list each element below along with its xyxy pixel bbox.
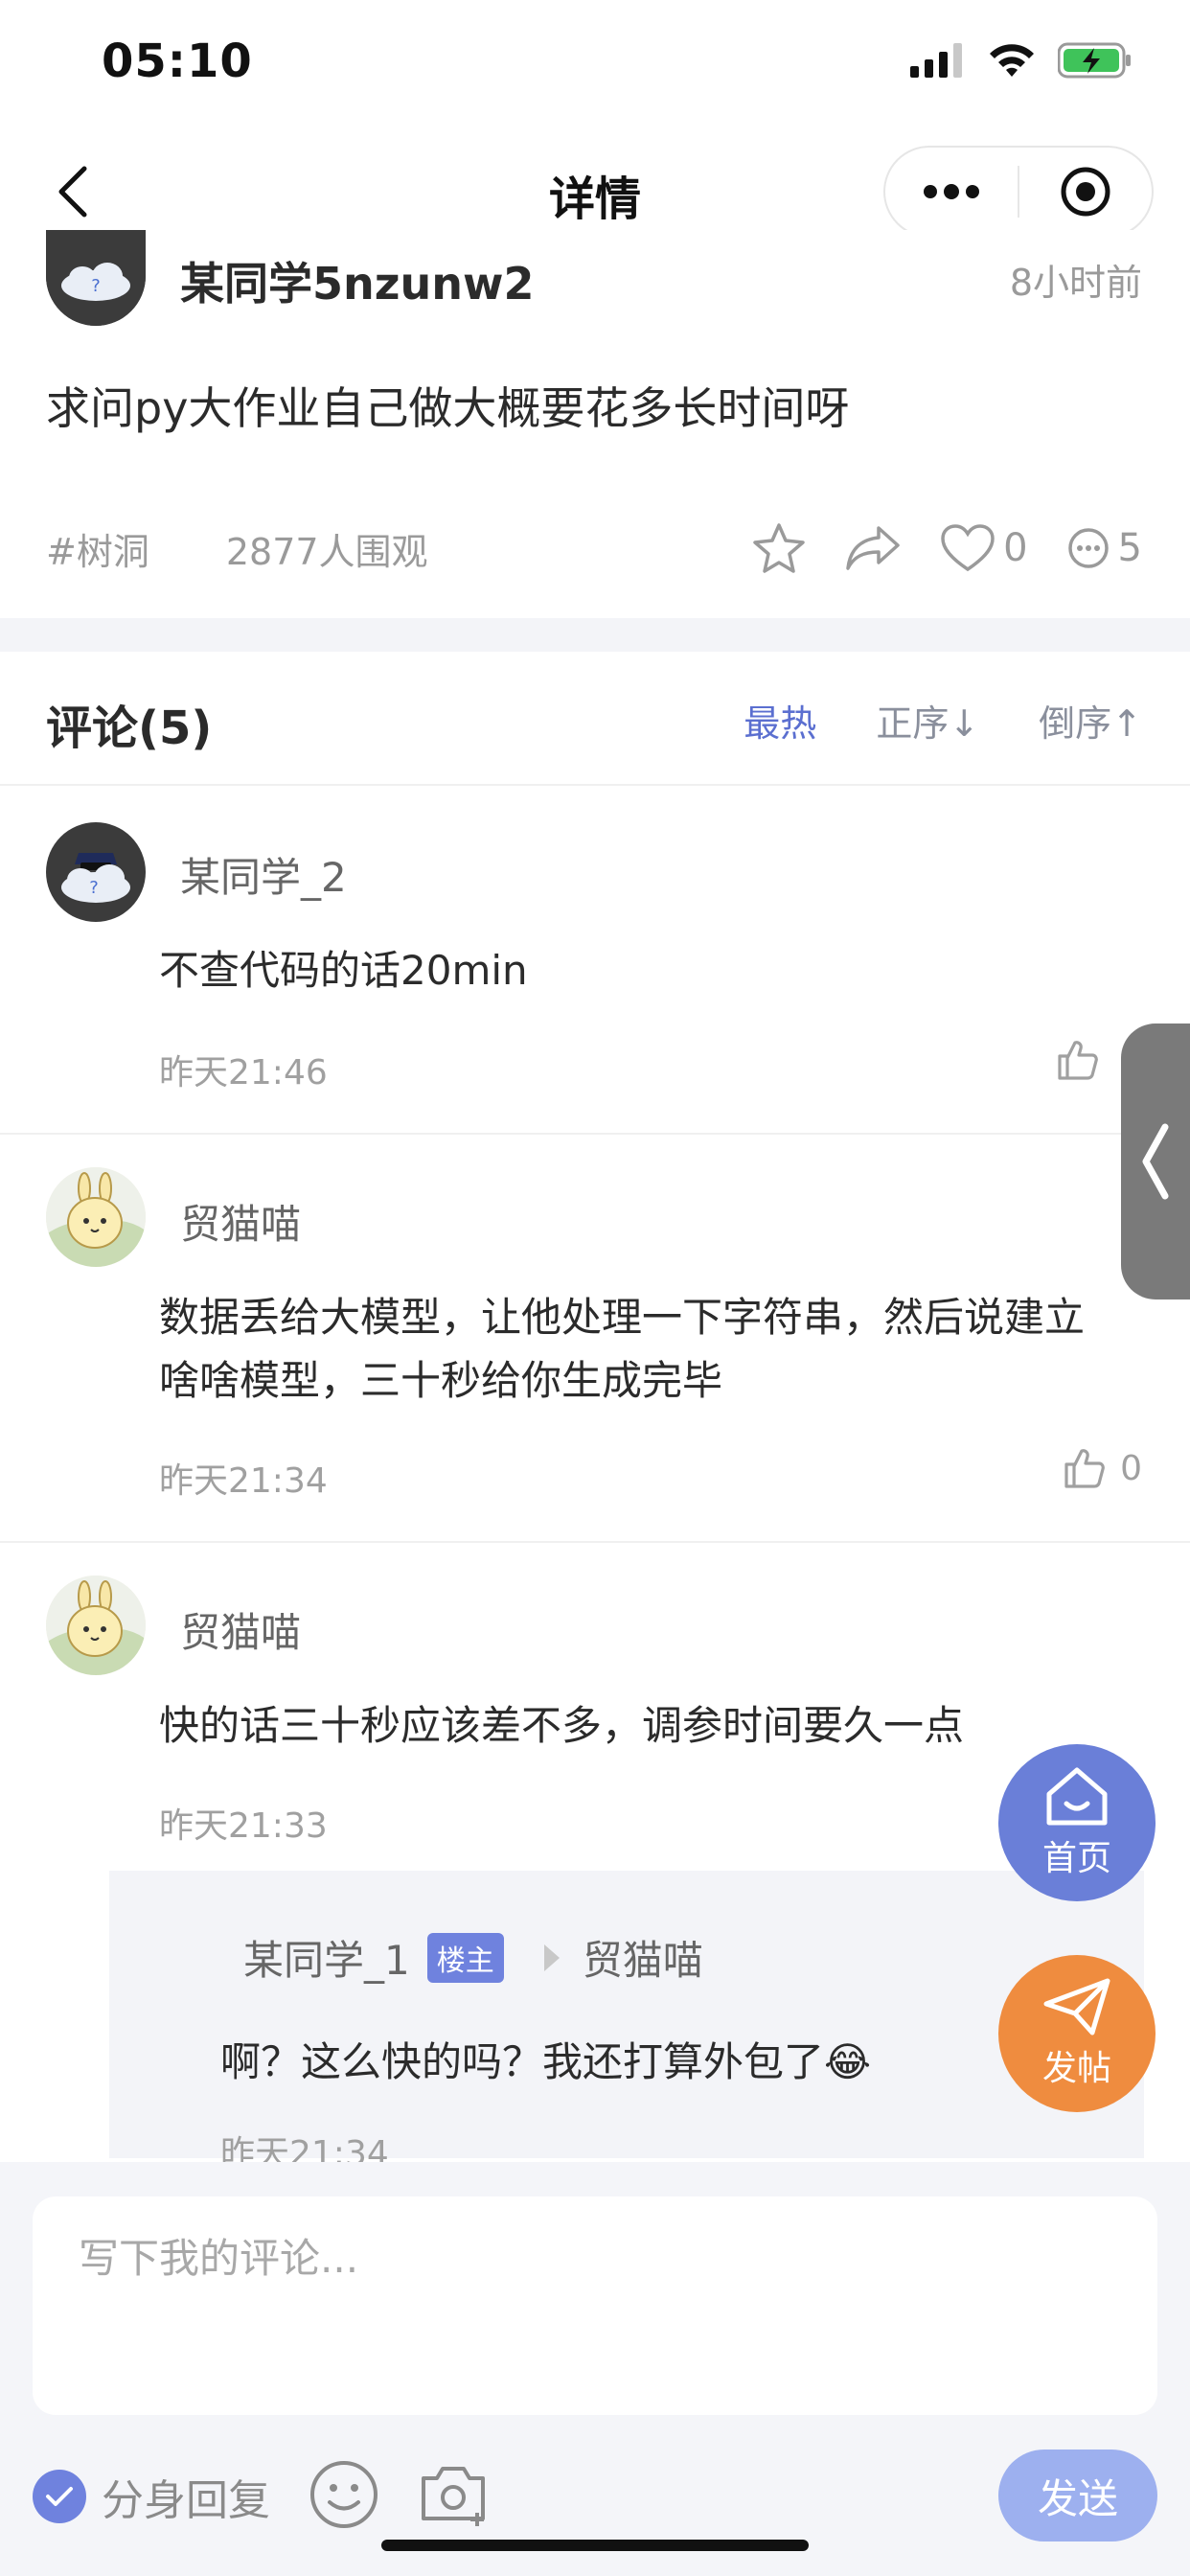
comment-input[interactable] <box>79 2235 1094 2282</box>
comment-author[interactable]: 贸猫喵 <box>180 1600 301 1659</box>
svg-text:?: ? <box>89 878 99 898</box>
thumbs-up-icon <box>1058 1041 1098 1080</box>
comment-time: 昨天21:34 <box>159 1461 328 1501</box>
comment-time: 昨天21:33 <box>159 1806 328 1846</box>
comments-header: 评论(5) 最热 正序↓ 倒序↑ <box>0 652 1190 786</box>
comment-count: 5 <box>1117 526 1142 570</box>
owner-badge: 楼主 <box>426 1932 504 1983</box>
chevron-left-icon <box>1142 1123 1169 1200</box>
new-post-label: 发帖 <box>1041 2049 1111 2088</box>
comment-like-count: 0 <box>1120 1448 1142 1488</box>
comment-time: 昨天21:46 <box>159 1053 328 1092</box>
comment-icon <box>1067 528 1109 568</box>
comment-item: ? 某同学_2 不查代码的话20min 昨天21:46 <box>0 788 1190 1135</box>
section-divider <box>0 618 1190 652</box>
sort-desc[interactable]: 倒序↑ <box>1039 694 1142 747</box>
avatar[interactable] <box>46 1167 146 1267</box>
paper-plane-icon <box>1043 1978 1110 2036</box>
signal-icon <box>910 43 962 78</box>
battery-icon <box>1058 42 1131 79</box>
post-card: ? 某同学5nzunw2 8小时前 求问py大作业自己做大概要花多长时间呀 #树… <box>0 230 1190 618</box>
avatar[interactable] <box>46 1576 146 1675</box>
reply-target[interactable]: 贸猫喵 <box>583 1928 703 1987</box>
check-icon <box>46 2487 73 2506</box>
comment-text: 数据丢给大模型，让他处理一下字符串，然后说建立啥啥模型，三十秒给你生成完毕 <box>159 1294 1086 1404</box>
comment-text: 不查代码的话20min <box>159 947 528 994</box>
target-icon <box>1061 167 1110 217</box>
like-button[interactable]: 0 <box>940 523 1028 573</box>
reply-item: 某同学_1 楼主 贸猫喵 啊？这么快的吗？我还打算外包了😂 昨天21:34 <box>109 1871 1144 2174</box>
close-miniprogram-button[interactable] <box>1019 146 1152 238</box>
post-meta: #树洞 2877人围观 0 5 <box>46 510 1142 586</box>
avatar-image <box>46 1167 146 1267</box>
sort-hot[interactable]: 最热 <box>744 694 816 747</box>
comments-title: 评论(5) <box>46 702 213 755</box>
comment-composer: 分身回复 发送 <box>0 2162 1190 2576</box>
avatar[interactable]: ? <box>46 822 146 922</box>
new-post-button[interactable]: 发帖 <box>998 1955 1156 2112</box>
caret-right-icon <box>543 1944 560 1971</box>
sort-asc[interactable]: 正序↓ <box>876 694 979 747</box>
svg-text:?: ? <box>91 276 101 296</box>
more-button[interactable] <box>885 146 1018 238</box>
heart-icon <box>941 524 995 572</box>
post-actions: 0 5 <box>752 522 1142 574</box>
comment-author[interactable]: 贸猫喵 <box>180 1192 301 1251</box>
sort-tabs: 最热 正序↓ 倒序↑ <box>744 694 1142 747</box>
comment-item: 贸猫喵 数据丢给大模型，让他处理一下字符串，然后说建立啥啥模型，三十秒给你生成完… <box>0 1135 1190 1543</box>
reply-author[interactable]: 某同学_1 <box>243 1928 410 1987</box>
status-time: 05:10 <box>102 34 253 88</box>
avatar-image: ? <box>46 230 146 326</box>
avatar[interactable]: ? <box>46 230 146 326</box>
share-button[interactable] <box>844 524 902 572</box>
comment-author[interactable]: 某同学_2 <box>180 845 347 904</box>
more-icon <box>924 184 979 199</box>
star-icon <box>753 523 805 573</box>
comment-like-button[interactable]: 0 <box>1063 1447 1142 1489</box>
home-icon <box>1046 1767 1108 1826</box>
emoji-button[interactable] <box>309 2459 379 2534</box>
post-tag[interactable]: #树洞 <box>46 522 149 575</box>
home-indicator <box>381 2540 809 2551</box>
like-count: 0 <box>1003 526 1028 570</box>
emoji-icon <box>310 2461 378 2528</box>
post-author[interactable]: 某同学5nzunw2 <box>180 249 535 312</box>
miniprogram-capsule <box>883 146 1154 238</box>
camera-button[interactable] <box>418 2461 491 2532</box>
status-icons <box>910 42 1133 79</box>
share-icon <box>846 526 900 570</box>
post-time: 8小时前 <box>1009 262 1142 304</box>
thumbs-up-icon <box>1064 1449 1105 1488</box>
comment-like-button[interactable] <box>1056 1039 1113 1081</box>
post-views: 2877人围观 <box>225 530 428 573</box>
comment-text: 快的话三十秒应该差不多，调参时间要久一点 <box>159 1702 965 1749</box>
reply-header: 某同学_1 楼主 贸猫喵 <box>243 1928 703 1987</box>
comment-input-box <box>33 2196 1157 2415</box>
favorite-button[interactable] <box>752 522 806 574</box>
send-button[interactable]: 发送 <box>998 2450 1157 2542</box>
avatar-image <box>46 1576 146 1675</box>
avatar-image: ? <box>46 822 146 922</box>
alias-reply-checkbox[interactable] <box>33 2470 86 2523</box>
camera-icon <box>422 2467 485 2526</box>
home-button[interactable]: 首页 <box>998 1744 1156 1901</box>
status-bar: 05:10 <box>0 0 1190 134</box>
wifi-icon <box>990 44 1034 77</box>
alias-reply-label[interactable]: 分身回复 <box>102 2466 270 2527</box>
reply-text: 啊？这么快的吗？我还打算外包了😂 <box>220 2038 872 2085</box>
post-content: 求问py大作业自己做大概要花多长时间呀 <box>46 382 850 434</box>
home-label: 首页 <box>1041 1839 1111 1878</box>
comment-button[interactable]: 5 <box>1066 526 1142 570</box>
side-drawer-handle[interactable] <box>1121 1024 1190 1300</box>
composer-tools: 分身回复 <box>33 2459 491 2534</box>
